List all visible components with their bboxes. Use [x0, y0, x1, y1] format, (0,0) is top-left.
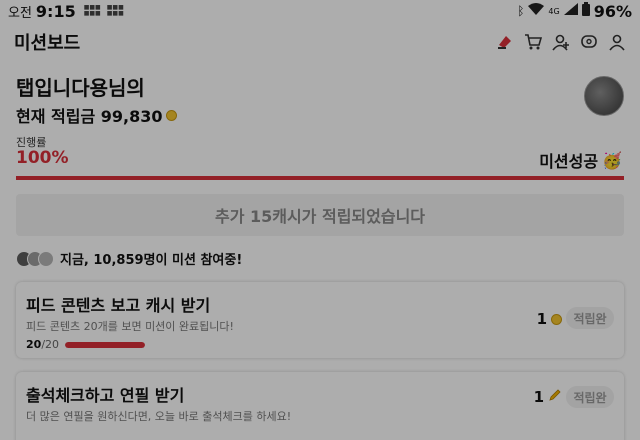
mission-progress-fill [65, 341, 146, 348]
mission-success: 미션성공 🥳 [539, 148, 622, 172]
status-ampm: 오전 [8, 5, 32, 21]
notification-badge-icon: ■■■ ■■■ [83, 4, 101, 17]
points-row: 현재 적립금 99,830 [16, 103, 178, 127]
app-header: 미션보드 [0, 24, 640, 60]
header-icons [496, 33, 626, 51]
mission-reward-value: 1 [533, 388, 544, 406]
battery-icon [581, 2, 590, 20]
progress-bar [16, 176, 624, 180]
user-name: 탭입니다용님의 [16, 76, 145, 100]
party-emoji-icon: 🥳 [602, 150, 622, 170]
mission-reward-value: 1 [536, 310, 547, 328]
pencil-icon [548, 388, 562, 406]
battery-percent: 96% [593, 1, 632, 21]
page-title: 미션보드 [14, 33, 81, 54]
add-friend-icon[interactable] [552, 33, 570, 51]
notification-badge-icon: ■■■ ■■■ [106, 4, 124, 17]
participants-row: 지금, 10,859명이 미션 참여중! [16, 249, 242, 268]
profile-icon[interactable] [608, 33, 626, 51]
mission-success-label: 미션성공 [539, 152, 599, 171]
network-label: 4G [548, 6, 560, 16]
mission-desc: 더 많은 연필을 원하신다면, 오늘 바로 출석체크를 하세요! [26, 410, 292, 423]
wifi-icon [528, 3, 545, 19]
mission-title: 출석체크하고 연필 받기 [26, 386, 185, 405]
cart-icon[interactable] [524, 33, 542, 51]
user-summary: 탭입니다용님의 현재 적립금 99,830 [16, 72, 178, 127]
mission-card[interactable]: 피드 콘텐츠 보고 캐시 받기 피드 콘텐츠 20개를 보면 미션이 완료됩니다… [16, 282, 624, 358]
status-right: ᛒ 4G 96% [517, 2, 632, 21]
coin-icon [551, 313, 562, 325]
status-bar: 오전 9:15 ■■■ ■■■ ■■■ ■■■ ᛒ 4G 96% [0, 0, 640, 22]
mission-title: 피드 콘텐츠 보고 캐시 받기 [26, 296, 211, 315]
bluetooth-icon: ᛒ [517, 4, 525, 18]
mission-progress-bar [65, 341, 146, 348]
coin-icon [166, 109, 178, 121]
avatar[interactable] [584, 76, 624, 116]
mission-reward: 1 [537, 310, 562, 328]
participants-text: 지금, 10,859명이 미션 참여중! [60, 253, 243, 268]
mission-count: 20 /20 [26, 338, 146, 351]
mission-reward: 1 [534, 388, 562, 406]
mission-card[interactable]: 출석체크하고 연필 받기 더 많은 연필을 원하신다면, 오늘 바로 출석체크를… [16, 372, 624, 440]
progress-bar-fill [16, 176, 624, 180]
mission-board-screen: 오전 9:15 ■■■ ■■■ ■■■ ■■■ ᛒ 4G 96% 미션보드 탭입… [0, 0, 640, 440]
mission-status-button[interactable]: 적립완 [566, 386, 614, 408]
signal-icon [563, 3, 578, 19]
mission-status-button[interactable]: 적립완 [566, 307, 614, 329]
participant-avatars [16, 250, 54, 267]
reward-banner[interactable]: 추가 15캐시가 적립되었습니다 [16, 194, 624, 236]
points-label: 현재 적립금 99,830 [16, 107, 163, 126]
mission-desc: 피드 콘텐츠 20개를 보면 미션이 완료됩니다! [26, 320, 234, 333]
notification-icon[interactable] [496, 33, 514, 51]
status-time: 9:15 [35, 1, 76, 21]
chat-icon[interactable] [580, 33, 598, 51]
mission-count-done: 20 [26, 338, 42, 351]
progress-value: 100% [16, 148, 69, 168]
participant-avatar [38, 250, 54, 267]
mission-count-total: /20 [41, 338, 60, 351]
